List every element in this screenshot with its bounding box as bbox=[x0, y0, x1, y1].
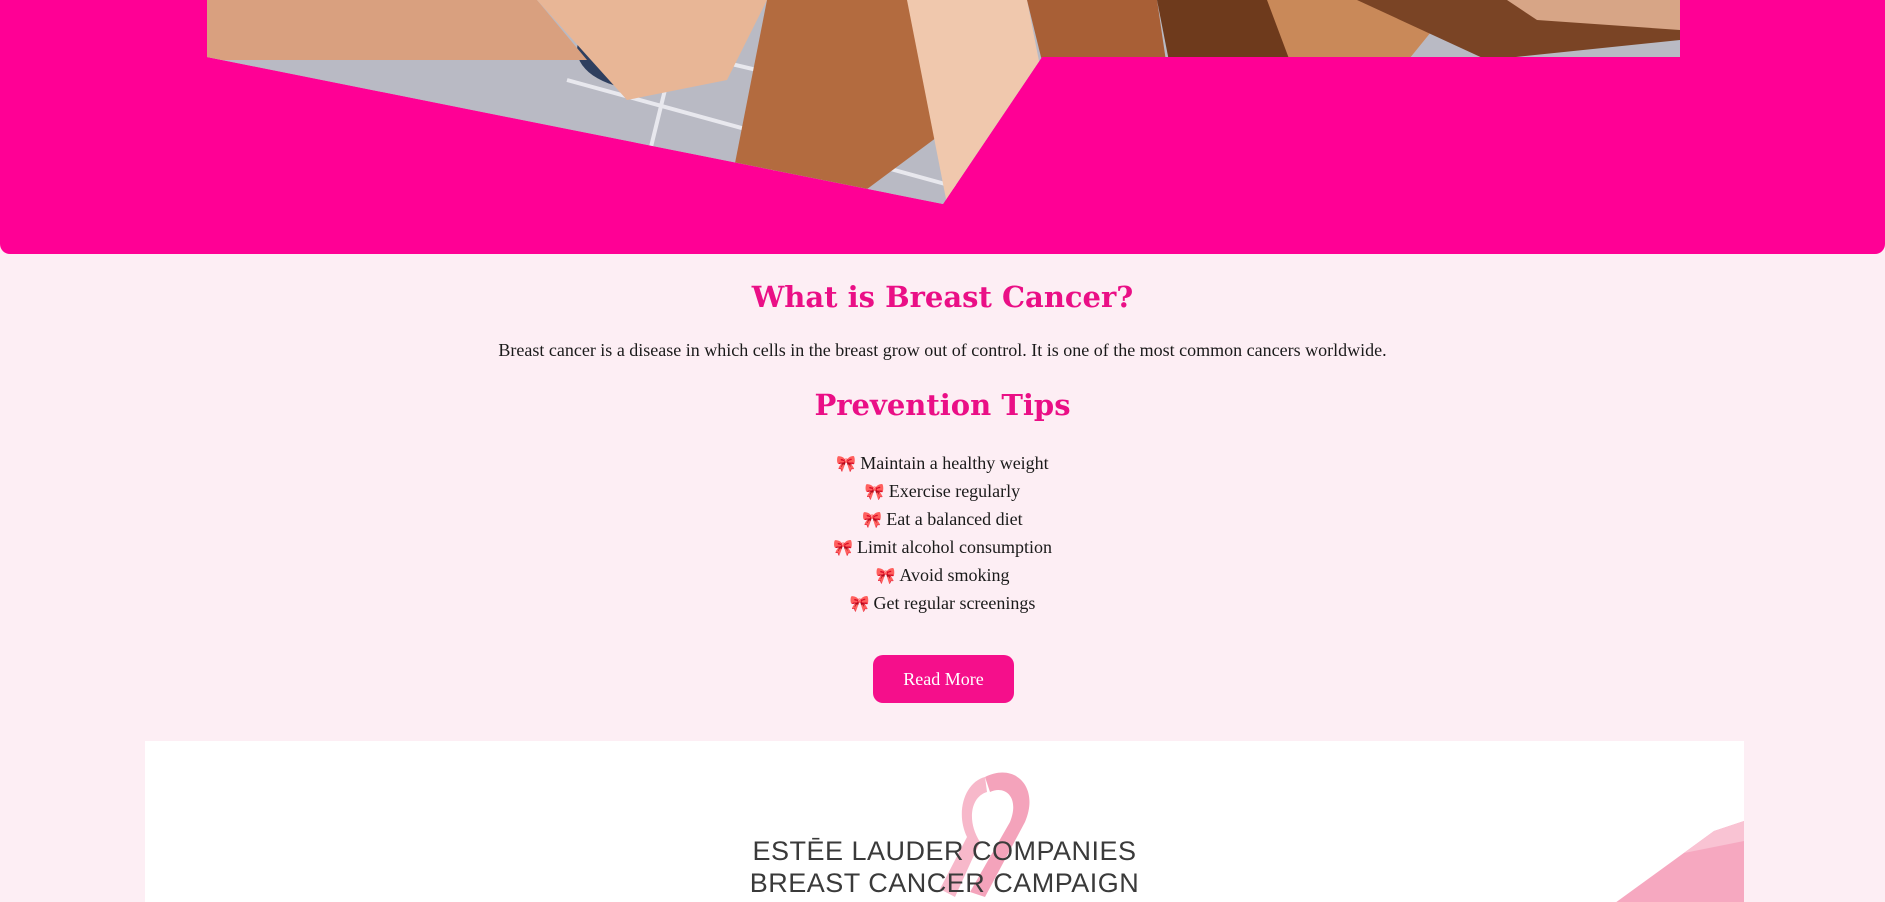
pink-box-decoration bbox=[1616, 821, 1744, 902]
banner-line-2: BREAST CANCER CAMPAIGN bbox=[749, 868, 1140, 898]
ribbon-icon: 🎀 bbox=[836, 456, 857, 473]
tip-text: Eat a balanced diet bbox=[886, 509, 1023, 529]
ribbon-icon: 🎀 bbox=[849, 596, 870, 613]
ribbon-icon: 🎀 bbox=[875, 568, 896, 585]
hero-image bbox=[207, 0, 1680, 204]
about-heading: What is Breast Cancer? bbox=[751, 280, 1134, 314]
read-more-button[interactable]: Read More bbox=[873, 655, 1014, 703]
prevention-heading: Prevention Tips bbox=[814, 388, 1071, 422]
tip-text: Avoid smoking bbox=[899, 565, 1010, 585]
ribbon-icon: 🎀 bbox=[833, 540, 853, 557]
list-item: 🎀 Avoid smoking bbox=[0, 562, 1885, 590]
banner-title: ESTĒE LAUDER COMPANIES BREAST CANCER CAM… bbox=[145, 835, 1744, 899]
about-text: Breast cancer is a disease in which cell… bbox=[498, 340, 1387, 360]
hero-section bbox=[0, 0, 1885, 254]
list-item: 🎀 Exercise regularly bbox=[0, 478, 1885, 506]
campaign-banner: ESTĒE LAUDER COMPANIES BREAST CANCER CAM… bbox=[145, 741, 1744, 902]
tip-text: Limit alcohol consumption bbox=[856, 537, 1052, 557]
ribbon-icon: 🎀 bbox=[862, 512, 883, 529]
tip-text: Maintain a healthy weight bbox=[860, 453, 1049, 473]
ribbon-icon: 🎀 bbox=[864, 484, 885, 501]
banner-line-1: ESTĒE LAUDER COMPANIES bbox=[752, 836, 1137, 866]
list-item: 🎀 Eat a balanced diet bbox=[0, 506, 1885, 534]
list-item: 🎀 Maintain a healthy weight bbox=[0, 450, 1885, 478]
list-item: 🎀 Get regular screenings bbox=[0, 590, 1885, 618]
prevention-tips-list: 🎀 Maintain a healthy weight 🎀 Exercise reg… bbox=[0, 450, 1885, 618]
tip-text: Get regular screenings bbox=[873, 593, 1036, 613]
list-item: 🎀 Limit alcohol consumption bbox=[0, 534, 1885, 562]
tip-text: Exercise regularly bbox=[888, 481, 1021, 501]
